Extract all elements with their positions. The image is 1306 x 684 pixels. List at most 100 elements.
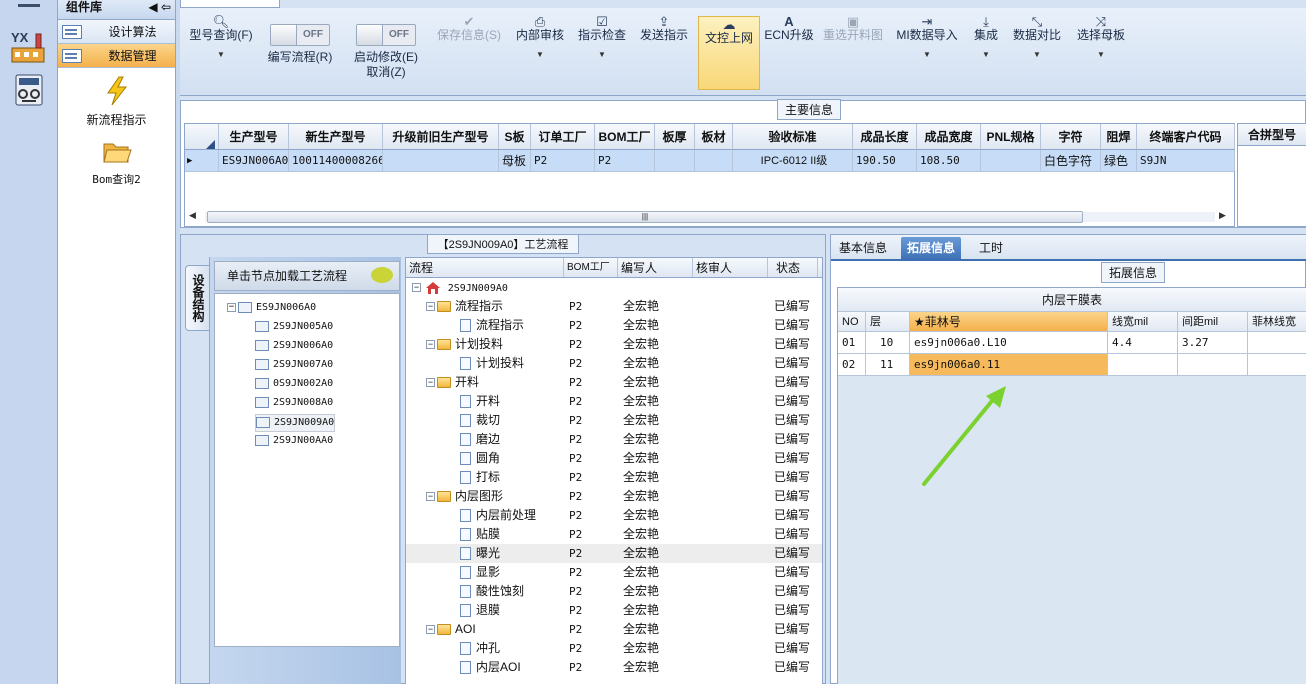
table-row[interactable]: 02 11 es9jn006a0.11 — [838, 354, 1306, 376]
cell-material[interactable] — [695, 150, 733, 171]
write-process-toggle[interactable]: OFF 编写流程(R) — [260, 14, 340, 65]
tab-work-hours[interactable]: 工时 — [973, 237, 1009, 261]
tool-new-process-indication[interactable]: 新流程指示 — [58, 76, 175, 128]
toggle-switch[interactable]: OFF — [356, 24, 416, 46]
internal-review-button[interactable]: ⎙ 内部审核 ▼ — [512, 14, 568, 62]
cell-length[interactable]: 190.50 — [853, 150, 917, 171]
send-indication-button[interactable]: ⇪ 发送指示 — [636, 14, 692, 43]
col-header[interactable]: 核审人 — [693, 258, 768, 277]
col-header[interactable]: BOM工厂 — [595, 124, 655, 149]
flow-row[interactable]: 贴膜 P2 全宏艳 已编写 — [406, 525, 822, 544]
dropdown-arrow-icon[interactable]: ▼ — [894, 47, 960, 62]
col-header[interactable]: 订单工厂 — [531, 124, 595, 149]
dropdown-arrow-icon[interactable]: ▼ — [1010, 47, 1064, 62]
col-header[interactable]: 成品宽度 — [917, 124, 981, 149]
flow-row[interactable]: − 内层图形 P2 全宏艳 已编写 — [406, 487, 822, 506]
save-info-button[interactable]: ✔ 保存信息(S) — [432, 14, 506, 43]
horizontal-scrollbar[interactable]: ◀ ||| ▶ — [189, 210, 1231, 224]
tree-child-node[interactable]: 2S9JN005A0 — [255, 319, 333, 337]
col-header[interactable]: 字符 — [1041, 124, 1101, 149]
tab-basic-info[interactable]: 基本信息 — [833, 237, 893, 261]
cell-acceptance-standard[interactable]: IPC-6012 II级 — [733, 150, 853, 171]
integration-button[interactable]: ⤓ 集成 ▼ — [966, 14, 1006, 62]
scroll-left-icon[interactable]: ◀ — [189, 210, 201, 221]
col-header[interactable]: S板 — [499, 124, 531, 149]
table-row[interactable]: ▶ ES9JN006A0 10011400008266 母板 P2 P2 IPC… — [185, 150, 1235, 172]
cell-thickness[interactable] — [655, 150, 695, 171]
mi-data-import-button[interactable]: ⇥ MI数据导入 ▼ — [894, 14, 960, 62]
col-header[interactable]: 板厚 — [655, 124, 695, 149]
col-header[interactable]: 层 — [866, 312, 910, 331]
cell-model[interactable]: ES9JN006A0 — [219, 150, 289, 171]
flow-row[interactable]: 显影 P2 全宏艳 已编写 — [406, 563, 822, 582]
col-header[interactable]: 终端客户代码 — [1137, 124, 1235, 149]
flow-row[interactable]: 冲孔 P2 全宏艳 已编写 — [406, 639, 822, 658]
col-header[interactable]: BOM工厂 — [564, 258, 618, 277]
dropdown-arrow-icon[interactable]: ▼ — [574, 47, 630, 62]
cell-new-model[interactable]: 10011400008266 — [289, 150, 383, 171]
dropdown-arrow-icon[interactable]: ▼ — [966, 47, 1006, 62]
indication-check-button[interactable]: ☑ 指示检查 ▼ — [574, 14, 630, 62]
flow-row[interactable]: 内层前处理 P2 全宏艳 已编写 — [406, 506, 822, 525]
col-header[interactable]: PNL规格 — [981, 124, 1041, 149]
reselect-cut-drawing-button[interactable]: ▣ 重选开料图 — [820, 14, 886, 43]
flow-row[interactable]: 磨边 P2 全宏艳 已编写 — [406, 430, 822, 449]
selected-cell[interactable]: es9jn006a0.11 — [910, 354, 1108, 375]
factory-app-icon[interactable]: YX — [10, 28, 46, 64]
flow-row[interactable]: 开料 P2 全宏艳 已编写 — [406, 392, 822, 411]
cell-order-factory[interactable]: P2 — [531, 150, 595, 171]
cancel-label[interactable]: 取消(Z) — [346, 65, 426, 80]
cell-old-model[interactable] — [383, 150, 499, 171]
tool-bom-query[interactable]: Bom查询2 — [58, 136, 175, 187]
flow-row[interactable]: 酸性蚀刻 P2 全宏艳 已编写 — [406, 582, 822, 601]
cell-width[interactable]: 108.50 — [917, 150, 981, 171]
vertical-tab-equipment-structure[interactable]: 设备结构 — [185, 265, 209, 331]
cell-bom-factory[interactable]: P2 — [595, 150, 655, 171]
scroll-thumb[interactable]: ||| — [207, 211, 1083, 223]
menu-icon[interactable] — [18, 4, 40, 7]
col-header[interactable]: 升级前旧生产型号 — [383, 124, 499, 149]
tree-child-node[interactable]: 2S9JN009A0 — [255, 414, 336, 432]
flow-row[interactable]: − AOI P2 全宏艳 已编写 — [406, 620, 822, 639]
select-motherboard-button[interactable]: ⤨ 选择母板 ▼ — [1072, 14, 1130, 62]
flow-row[interactable]: 圆角 P2 全宏艳 已编写 — [406, 449, 822, 468]
start-modify-toggle[interactable]: OFF 启动修改(E) 取消(Z) — [346, 14, 426, 80]
cell-s-board[interactable]: 母板 — [499, 150, 531, 171]
col-header[interactable]: 新生产型号 — [289, 124, 383, 149]
col-header[interactable]: 板材 — [695, 124, 733, 149]
cell-solder-mask[interactable]: 绿色 — [1101, 150, 1137, 171]
col-header[interactable]: 编写人 — [618, 258, 693, 277]
col-header[interactable]: ★菲林号 — [910, 312, 1108, 331]
flow-root-row[interactable]: − 2S9JN009A0 — [406, 278, 822, 297]
table-row[interactable]: 01 10 es9jn006a0.L10 4.4 3.27 — [838, 332, 1306, 354]
speech-bubble-icon[interactable] — [371, 267, 393, 283]
flow-row[interactable]: 退膜 P2 全宏艳 已编写 — [406, 601, 822, 620]
doc-control-upload-button[interactable]: ☁ 文控上网 — [698, 16, 760, 90]
flow-row[interactable]: 裁切 P2 全宏艳 已编写 — [406, 411, 822, 430]
ecn-upgrade-button[interactable]: A ECN升级 — [764, 14, 814, 43]
tree-child-node[interactable]: 2S9JN008A0 — [255, 395, 333, 413]
col-header[interactable]: 状态 — [768, 258, 818, 277]
model-query-button[interactable]: 🔍︎ 型号查询(F) ▼ — [186, 14, 256, 62]
col-header[interactable]: 菲林线宽 — [1248, 312, 1306, 331]
library-category-data-management[interactable]: 数据管理 — [58, 44, 175, 68]
dropdown-arrow-icon[interactable]: ▼ — [186, 47, 256, 62]
col-header[interactable]: 合拼型号 — [1238, 124, 1306, 146]
flow-row[interactable]: 曝光 P2 全宏艳 已编写 — [406, 544, 822, 563]
data-compare-button[interactable]: ⤡ 数据对比 ▼ — [1010, 14, 1064, 62]
scroll-right-icon[interactable]: ▶ — [1219, 210, 1231, 221]
tree-child-node[interactable]: 2S9JN006A0 — [255, 338, 333, 356]
col-header[interactable]: 生产型号 — [219, 124, 289, 149]
dropdown-arrow-icon[interactable]: ▼ — [512, 47, 568, 62]
flow-row[interactable]: 打标 P2 全宏艳 已编写 — [406, 468, 822, 487]
col-header[interactable]: 阻焊 — [1101, 124, 1137, 149]
dropdown-arrow-icon[interactable]: ▼ — [1072, 47, 1130, 62]
flow-row[interactable]: 计划投料 P2 全宏艳 已编写 — [406, 354, 822, 373]
cell-pnl[interactable] — [981, 150, 1041, 171]
col-header[interactable]: 线宽mil — [1108, 312, 1178, 331]
col-header[interactable]: 成品长度 — [853, 124, 917, 149]
flow-row[interactable]: 内层AOI P2 全宏艳 已编写 — [406, 658, 822, 677]
col-header[interactable]: 间距mil — [1178, 312, 1248, 331]
cell-character[interactable]: 白色字符 — [1041, 150, 1101, 171]
tab-extended-info[interactable]: 拓展信息 — [901, 237, 962, 261]
